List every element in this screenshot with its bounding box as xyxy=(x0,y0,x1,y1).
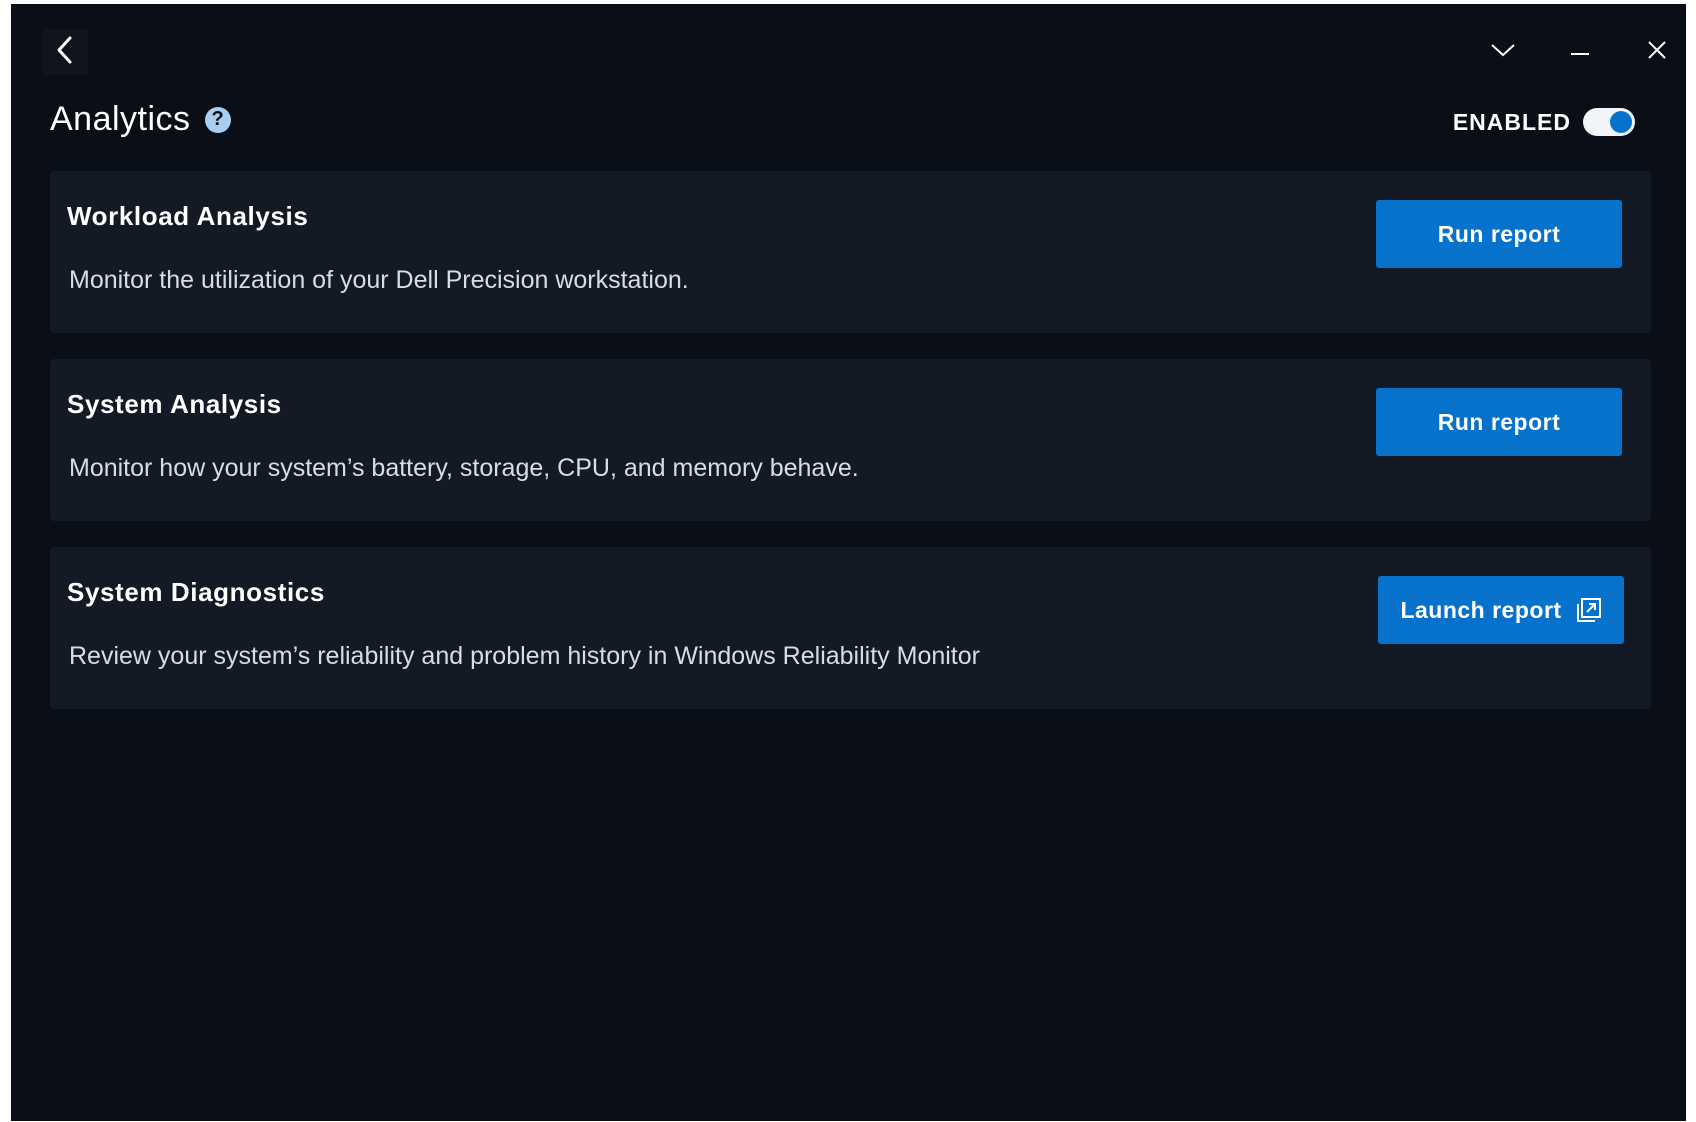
launch-report-button[interactable]: Launch report xyxy=(1378,576,1624,644)
chevron-left-icon xyxy=(54,35,76,70)
external-link-icon xyxy=(1576,597,1602,623)
button-label: Run report xyxy=(1437,408,1561,435)
enabled-label: ENABLED xyxy=(1452,108,1571,135)
question-circle-icon[interactable]: ? xyxy=(204,106,231,133)
back-button[interactable] xyxy=(42,29,88,75)
close-icon xyxy=(1647,40,1667,65)
minimize-icon xyxy=(1570,43,1590,61)
system-analysis-card: System Analysis Monitor how your system’… xyxy=(50,359,1651,521)
analytics-enable-control: ENABLED xyxy=(1453,108,1635,136)
analytics-toggle[interactable] xyxy=(1583,108,1635,136)
app-window: Analytics ? ENABLED Workload Analysis Mo… xyxy=(11,4,1686,1121)
card-title: Workload Analysis xyxy=(67,201,309,231)
card-description: Monitor the utilization of your Dell Pre… xyxy=(69,266,689,294)
button-label: Launch report xyxy=(1400,596,1562,623)
card-description: Review your system’s reliability and pro… xyxy=(69,642,980,670)
page-title: Analytics xyxy=(50,100,191,138)
card-description: Monitor how your system’s battery, stora… xyxy=(69,454,859,482)
run-report-button[interactable]: Run report xyxy=(1376,388,1622,456)
close-button[interactable] xyxy=(1637,32,1677,72)
run-report-button[interactable]: Run report xyxy=(1376,200,1622,268)
system-diagnostics-card: System Diagnostics Review your system’s … xyxy=(50,547,1651,709)
dropdown-button[interactable] xyxy=(1483,32,1523,72)
button-label: Run report xyxy=(1437,220,1561,247)
card-title: System Analysis xyxy=(67,389,282,419)
minimize-button[interactable] xyxy=(1560,32,1600,72)
chevron-down-icon xyxy=(1490,42,1516,63)
workload-analysis-card: Workload Analysis Monitor the utilizatio… xyxy=(50,171,1651,333)
card-title: System Diagnostics xyxy=(67,577,325,607)
page-header: Analytics ? xyxy=(50,100,231,139)
toggle-knob xyxy=(1610,111,1632,133)
